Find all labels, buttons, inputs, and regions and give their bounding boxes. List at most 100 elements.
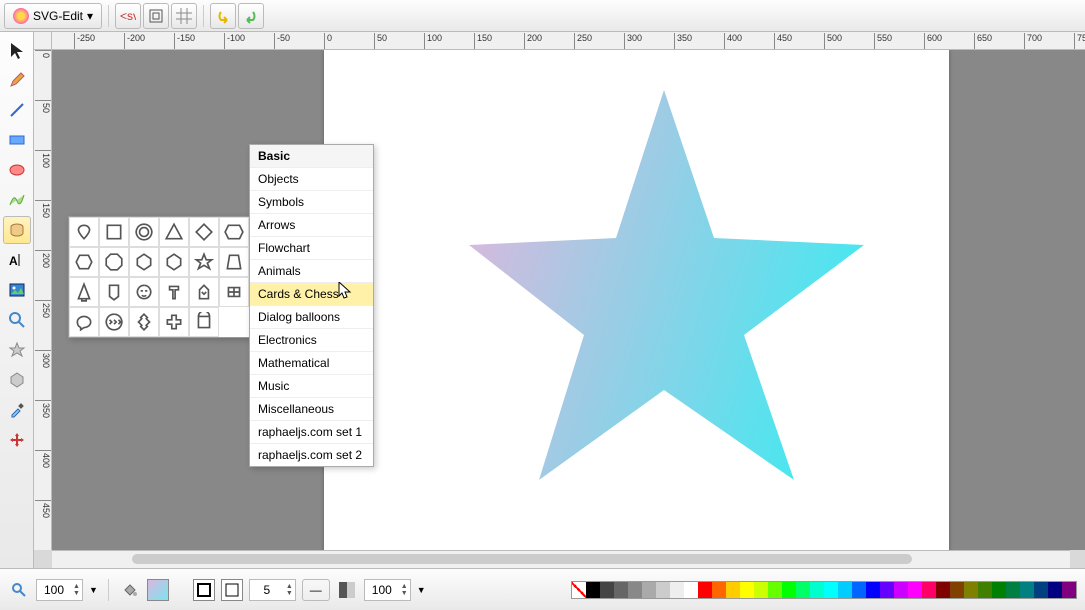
shape-cell-10[interactable] xyxy=(189,247,219,277)
shape-cell-18[interactable] xyxy=(69,307,99,337)
shape-menu-item[interactable]: Arrows xyxy=(250,214,373,237)
spinner-arrows[interactable]: ▲▼ xyxy=(399,583,410,597)
palette-swatch[interactable] xyxy=(880,582,894,598)
palette-swatch[interactable] xyxy=(684,582,698,598)
grid-button[interactable] xyxy=(171,3,197,29)
rect-tool[interactable] xyxy=(3,126,31,154)
shape-menu-item[interactable]: Cards & Chess xyxy=(250,283,373,306)
eyedropper-tool[interactable] xyxy=(3,396,31,424)
move-tool[interactable] xyxy=(3,426,31,454)
star-tool[interactable] xyxy=(3,336,31,364)
palette-swatch[interactable] xyxy=(768,582,782,598)
palette-swatch[interactable] xyxy=(866,582,880,598)
zoom-icon[interactable] xyxy=(8,579,30,601)
palette-swatch[interactable] xyxy=(782,582,796,598)
undo-button[interactable] xyxy=(210,3,236,29)
shape-cell-20[interactable] xyxy=(129,307,159,337)
palette-swatch[interactable] xyxy=(628,582,642,598)
palette-swatch[interactable] xyxy=(670,582,684,598)
palette-swatch[interactable] xyxy=(796,582,810,598)
shape-cell-6[interactable] xyxy=(69,247,99,277)
palette-swatch[interactable] xyxy=(950,582,964,598)
palette-swatch[interactable] xyxy=(754,582,768,598)
drawing-page[interactable] xyxy=(324,50,949,550)
pencil-tool[interactable] xyxy=(3,66,31,94)
path-tool[interactable] xyxy=(3,186,31,214)
scrollbar-thumb[interactable] xyxy=(132,554,912,564)
shape-menu-item[interactable]: Animals xyxy=(250,260,373,283)
palette-swatch[interactable] xyxy=(740,582,754,598)
shape-menu-item[interactable]: Music xyxy=(250,375,373,398)
palette-swatch[interactable] xyxy=(978,582,992,598)
palette-swatch[interactable] xyxy=(642,582,656,598)
wireframe-button[interactable] xyxy=(143,3,169,29)
shape-cell-17[interactable] xyxy=(219,277,249,307)
polygon-tool[interactable] xyxy=(3,366,31,394)
shape-menu-item[interactable]: Dialog balloons xyxy=(250,306,373,329)
palette-swatch[interactable] xyxy=(600,582,614,598)
shape-cell-9[interactable] xyxy=(159,247,189,277)
palette-swatch[interactable] xyxy=(712,582,726,598)
palette-swatch[interactable] xyxy=(964,582,978,598)
shape-cell-19[interactable] xyxy=(99,307,129,337)
palette-swatch[interactable] xyxy=(1006,582,1020,598)
palette-swatch[interactable] xyxy=(1048,582,1062,598)
palette-swatch[interactable] xyxy=(656,582,670,598)
opacity-spinner[interactable]: ▲▼ xyxy=(364,579,411,601)
palette-swatch[interactable] xyxy=(922,582,936,598)
stroke-style-solid[interactable] xyxy=(193,579,215,601)
palette-swatch[interactable] xyxy=(1034,582,1048,598)
palette-swatch[interactable] xyxy=(586,582,600,598)
edit-source-button[interactable]: <svg> xyxy=(115,3,141,29)
palette-swatch[interactable] xyxy=(936,582,950,598)
palette-swatch[interactable] xyxy=(838,582,852,598)
stroke-width-input[interactable] xyxy=(250,583,284,597)
opacity-dropdown-arrow[interactable]: ▼ xyxy=(417,585,426,595)
app-menu-button[interactable]: SVG-Edit ▾ xyxy=(4,3,102,29)
text-tool[interactable]: A xyxy=(3,246,31,274)
zoom-dropdown-arrow[interactable]: ▼ xyxy=(89,585,98,595)
shape-menu-item[interactable]: raphaeljs.com set 1 xyxy=(250,421,373,444)
shape-cell-13[interactable] xyxy=(99,277,129,307)
stroke-color-well[interactable] xyxy=(221,579,243,601)
shape-cell-0[interactable] xyxy=(69,217,99,247)
shape-cell-16[interactable] xyxy=(189,277,219,307)
shape-cell-5[interactable] xyxy=(219,217,249,247)
fill-color-well[interactable] xyxy=(147,579,169,601)
zoom-tool[interactable] xyxy=(3,306,31,334)
shape-menu-item[interactable]: Objects xyxy=(250,168,373,191)
zoom-spinner[interactable]: ▲▼ xyxy=(36,579,83,601)
palette-swatch[interactable] xyxy=(614,582,628,598)
palette-swatch[interactable] xyxy=(1020,582,1034,598)
palette-swatch[interactable] xyxy=(810,582,824,598)
image-tool[interactable] xyxy=(3,276,31,304)
ellipse-tool[interactable] xyxy=(3,156,31,184)
horizontal-scrollbar[interactable] xyxy=(52,550,1070,568)
opacity-input[interactable] xyxy=(365,583,399,597)
shape-cell-3[interactable] xyxy=(159,217,189,247)
shape-cell-2[interactable] xyxy=(129,217,159,247)
shape-cell-14[interactable] xyxy=(129,277,159,307)
palette-swatch[interactable] xyxy=(824,582,838,598)
shape-cell-1[interactable] xyxy=(99,217,129,247)
palette-swatch[interactable] xyxy=(726,582,740,598)
line-tool[interactable] xyxy=(3,96,31,124)
palette-swatch[interactable] xyxy=(908,582,922,598)
palette-swatch[interactable] xyxy=(992,582,1006,598)
shape-cell-7[interactable] xyxy=(99,247,129,277)
shape-menu-item[interactable]: raphaeljs.com set 2 xyxy=(250,444,373,466)
shape-menu-item[interactable]: Mathematical xyxy=(250,352,373,375)
spinner-arrows[interactable]: ▲▼ xyxy=(284,583,295,597)
shape-cell-4[interactable] xyxy=(189,217,219,247)
redo-button[interactable] xyxy=(238,3,264,29)
shape-cell-22[interactable] xyxy=(189,307,219,337)
spinner-arrows[interactable]: ▲▼ xyxy=(71,583,82,597)
shape-cell-15[interactable] xyxy=(159,277,189,307)
shape-cell-8[interactable] xyxy=(129,247,159,277)
shape-cell-21[interactable] xyxy=(159,307,189,337)
shapelib-tool[interactable] xyxy=(3,216,31,244)
shape-cell-11[interactable] xyxy=(219,247,249,277)
shape-cell-12[interactable] xyxy=(69,277,99,307)
zoom-input[interactable] xyxy=(37,583,71,597)
star-shape[interactable] xyxy=(469,90,864,480)
